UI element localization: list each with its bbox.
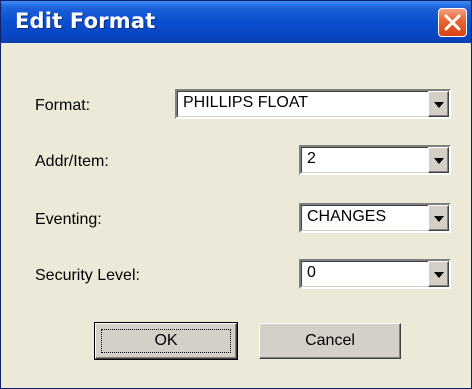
addr-item-label: Addr/Item: (35, 153, 109, 170)
security-level-label: Security Level: (35, 267, 140, 284)
security-level-value: 0 (307, 264, 316, 281)
eventing-select[interactable]: CHANGES (299, 203, 451, 233)
format-label: Format: (35, 97, 91, 114)
security-level-dropdown-button[interactable] (428, 261, 449, 287)
security-level-select[interactable]: 0 (299, 259, 451, 289)
window-title: Edit Format (15, 9, 156, 33)
edit-format-dialog: Edit Format Format: PHILLIPS FLOAT Addr/… (0, 0, 472, 389)
format-dropdown-button[interactable] (428, 91, 449, 117)
format-select[interactable]: PHILLIPS FLOAT (175, 89, 451, 119)
cancel-button[interactable]: Cancel (259, 323, 401, 359)
ok-button-label: OK (154, 332, 178, 349)
addr-item-value: 2 (307, 150, 316, 167)
eventing-value: CHANGES (307, 208, 387, 225)
chevron-down-icon (434, 102, 444, 108)
addr-item-dropdown-button[interactable] (428, 147, 449, 173)
ok-button[interactable]: OK (94, 322, 238, 360)
security-level-select-frame (301, 261, 449, 287)
close-button[interactable] (438, 8, 467, 37)
eventing-dropdown-button[interactable] (428, 205, 449, 231)
format-value: PHILLIPS FLOAT (183, 94, 309, 111)
eventing-label: Eventing: (35, 211, 102, 228)
chevron-down-icon (434, 158, 444, 164)
chevron-down-icon (434, 216, 444, 222)
addr-item-select-frame (301, 147, 449, 173)
title-bar[interactable]: Edit Format (1, 1, 471, 43)
addr-item-select[interactable]: 2 (299, 145, 451, 175)
cancel-button-label: Cancel (305, 332, 355, 349)
chevron-down-icon (434, 272, 444, 278)
close-icon (444, 14, 461, 31)
